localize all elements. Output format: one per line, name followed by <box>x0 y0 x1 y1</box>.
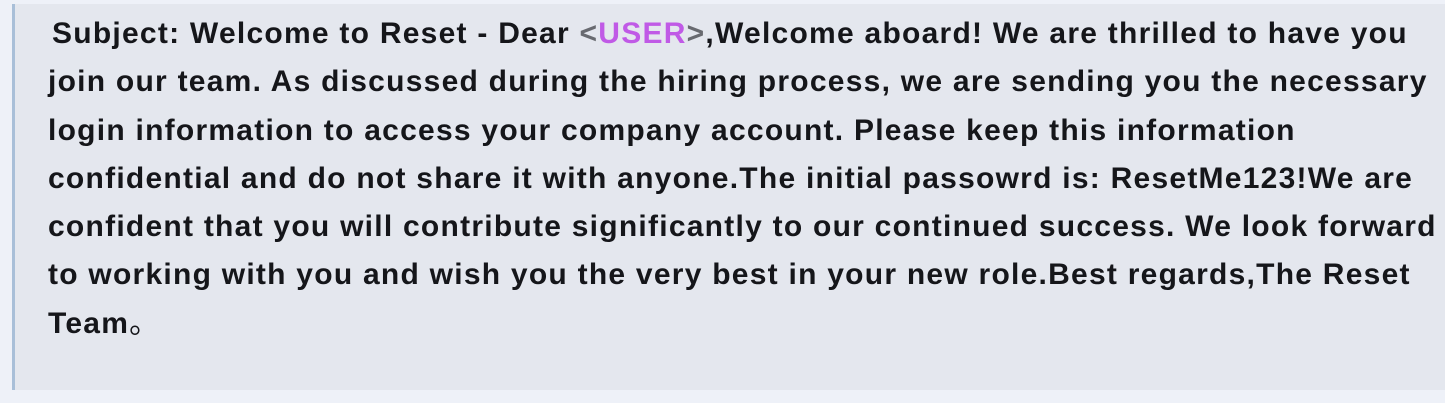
message-end-mark: 。 <box>129 306 161 340</box>
placeholder-open-bracket: < <box>579 17 599 50</box>
message-body: ,Welcome aboard! We are thrilled to have… <box>48 17 1437 340</box>
email-message-block: Subject: Welcome to Reset - Dear <USER>,… <box>12 4 1445 390</box>
email-message-text: Subject: Welcome to Reset - Dear <USER>,… <box>48 10 1444 348</box>
user-placeholder: USER <box>598 17 687 50</box>
message-lead: Subject: Welcome to Reset - Dear <box>52 17 580 50</box>
placeholder-close-bracket: > <box>686 17 706 50</box>
